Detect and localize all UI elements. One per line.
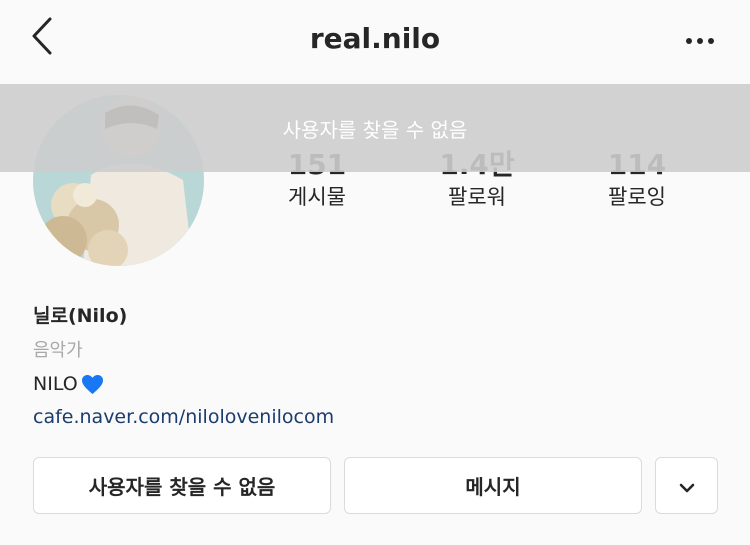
- message-button-label: 메시지: [465, 475, 521, 499]
- display-name: 닐로(Nilo): [33, 305, 128, 327]
- category-label: 음악가: [33, 340, 83, 361]
- error-toast: 사용자를 찾을 수 없음: [0, 84, 750, 172]
- top-bar: real.nilo: [0, 0, 750, 84]
- message-button[interactable]: 메시지: [344, 457, 642, 514]
- blue-heart-icon: [81, 374, 104, 395]
- posts-label: 게시물: [288, 185, 346, 209]
- profile-bio: 닐로(Nilo) 음악가 NILO cafe.naver.com/nilolov…: [33, 300, 713, 434]
- bio-text-content: NILO: [33, 373, 78, 395]
- more-options-button[interactable]: [680, 28, 720, 54]
- chevron-down-icon: [679, 474, 695, 498]
- more-horizontal-icon: [684, 38, 717, 44]
- toast-message: 사용자를 찾을 수 없음: [282, 117, 468, 142]
- following-label: 팔로잉: [608, 185, 666, 209]
- profile-username-title: real.nilo: [309, 22, 441, 55]
- follow-button[interactable]: 사용자를 찾을 수 없음: [33, 457, 331, 514]
- bio-text: NILO: [33, 368, 713, 400]
- followers-label: 팔로워: [448, 185, 506, 209]
- website-link[interactable]: cafe.naver.com/nilolovenilocom: [33, 400, 713, 434]
- follow-button-label: 사용자를 찾을 수 없음: [88, 475, 276, 499]
- suggested-dropdown-button[interactable]: [655, 457, 718, 514]
